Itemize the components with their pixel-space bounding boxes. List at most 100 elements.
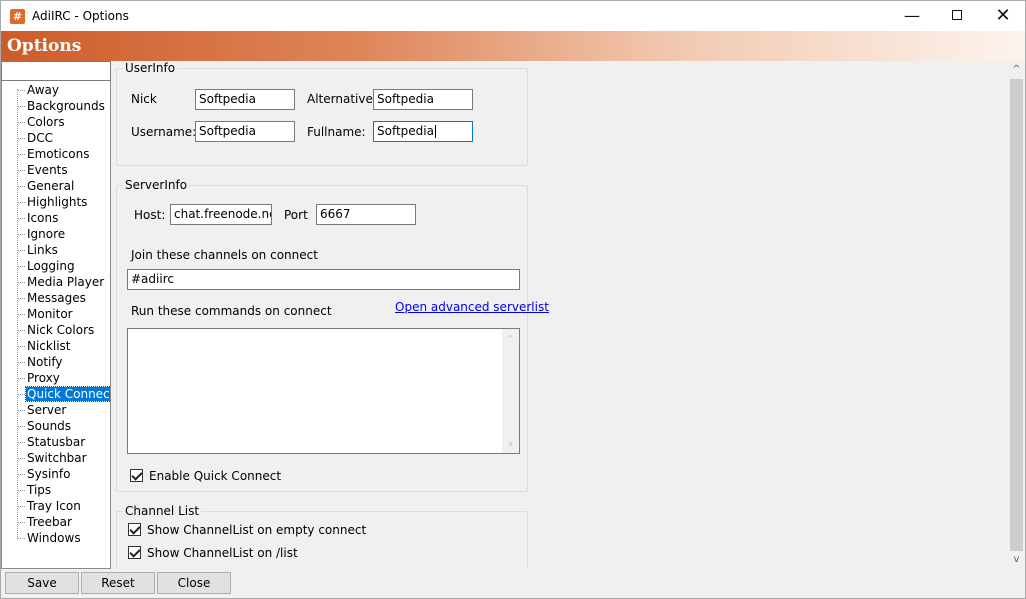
options-banner: Options: [0, 31, 1026, 61]
tree-item-label: Treebar: [27, 515, 72, 529]
fullname-input[interactable]: Softpedia: [373, 121, 473, 142]
commands-scrollbar[interactable]: ^ v: [502, 329, 519, 453]
tree-item-server[interactable]: Server: [17, 402, 110, 418]
tree-item-sysinfo[interactable]: Sysinfo: [17, 466, 110, 482]
tree-item-label: Proxy: [27, 371, 60, 385]
nick-label: Nick: [131, 92, 157, 106]
tree-item-tips[interactable]: Tips: [17, 482, 110, 498]
tree-item-sounds[interactable]: Sounds: [17, 418, 110, 434]
tree-item-ignore[interactable]: Ignore: [17, 226, 110, 242]
port-input[interactable]: 6667: [316, 204, 416, 225]
nick-input[interactable]: Softpedia: [195, 89, 295, 110]
tree-item-label: Ignore: [27, 227, 66, 241]
show-channellist-empty-checkbox[interactable]: [128, 523, 141, 536]
tree-item-tray-icon[interactable]: Tray Icon: [17, 498, 110, 514]
tree-item-media-player[interactable]: Media Player: [17, 274, 110, 290]
tree-item-label: Tips: [27, 483, 52, 497]
tree-item-notify[interactable]: Notify: [17, 354, 110, 370]
tree-item-label: Tray Icon: [27, 499, 81, 513]
scroll-up-icon[interactable]: ^: [506, 334, 515, 343]
alternative-input[interactable]: Softpedia: [373, 89, 473, 110]
tree-connector: [17, 490, 25, 491]
options-panel: UserInfo Nick Softpedia Alternative: Sof…: [112, 61, 1008, 569]
tree-item-label: Media Player: [27, 275, 105, 289]
tree-item-dcc[interactable]: DCC: [17, 130, 110, 146]
host-label: Host:: [134, 208, 166, 222]
tree-item-label: Nicklist: [27, 339, 71, 353]
scroll-down-icon[interactable]: v: [506, 439, 515, 448]
tree-connector: [17, 442, 25, 443]
join-channels-input[interactable]: #adiirc: [127, 269, 520, 290]
save-button[interactable]: Save: [5, 572, 79, 594]
tree-item-statusbar[interactable]: Statusbar: [17, 434, 110, 450]
tree-item-nick-colors[interactable]: Nick Colors: [17, 322, 110, 338]
tree-connector: [17, 250, 25, 251]
show-channellist-list-checkbox[interactable]: [128, 546, 141, 559]
host-input[interactable]: chat.freenode.net: [170, 204, 272, 225]
tree-connector: [17, 458, 25, 459]
tree-item-logging[interactable]: Logging: [17, 258, 110, 274]
commands-textarea[interactable]: ^ v: [127, 328, 520, 454]
tree-item-proxy[interactable]: Proxy: [17, 370, 110, 386]
tree-item-away[interactable]: Away: [17, 82, 110, 98]
tree-item-label: Colors: [27, 115, 65, 129]
tree-connector: [17, 90, 25, 91]
advanced-serverlist-link[interactable]: Open advanced serverlist: [395, 300, 549, 314]
maximize-icon: [952, 10, 962, 20]
tree-item-icons[interactable]: Icons: [17, 210, 110, 226]
maximize-button[interactable]: [934, 1, 980, 31]
close-button[interactable]: Close: [157, 572, 231, 594]
tree-connector: [17, 282, 25, 283]
tree-item-colors[interactable]: Colors: [17, 114, 110, 130]
username-input[interactable]: Softpedia: [195, 121, 295, 142]
tree-item-links[interactable]: Links: [17, 242, 110, 258]
tree-connector: [17, 426, 25, 427]
tree-connector: [17, 202, 25, 203]
tree-connector: [17, 538, 25, 539]
tree-connector: [17, 330, 25, 331]
window-title: AdiIRC - Options: [32, 9, 129, 23]
tree-connector: [17, 234, 25, 235]
scroll-up-icon[interactable]: ^: [1012, 65, 1021, 75]
title-bar: # AdiIRC - Options — ✕: [0, 0, 1026, 31]
alternative-label: Alternative:: [307, 92, 377, 106]
tree-connector: [17, 218, 25, 219]
channel-list-group: Channel List: [116, 504, 528, 569]
commands-label: Run these commands on connect: [131, 304, 332, 318]
reset-button[interactable]: Reset: [81, 572, 155, 594]
close-icon: ✕: [995, 5, 1011, 26]
tree-item-treebar[interactable]: Treebar: [17, 514, 110, 530]
tree-item-highlights[interactable]: Highlights: [17, 194, 110, 210]
show-channellist-empty-label: Show ChannelList on empty connect: [147, 523, 367, 537]
tree-item-switchbar[interactable]: Switchbar: [17, 450, 110, 466]
scroll-down-icon[interactable]: v: [1012, 555, 1021, 565]
tree-item-nicklist[interactable]: Nicklist: [17, 338, 110, 354]
tree-item-general[interactable]: General: [17, 178, 110, 194]
tree-item-label: Windows: [27, 531, 81, 545]
tree-item-label: Monitor: [27, 307, 73, 321]
tree-item-monitor[interactable]: Monitor: [17, 306, 110, 322]
userinfo-group: UserInfo: [116, 61, 528, 166]
tree-item-label: Sounds: [27, 419, 72, 433]
serverinfo-title: ServerInfo: [123, 178, 190, 192]
minimize-button[interactable]: —: [889, 1, 935, 31]
tree-connector: [17, 266, 25, 267]
tree-item-messages[interactable]: Messages: [17, 290, 110, 306]
tree-item-label: Backgrounds: [27, 99, 105, 113]
close-window-button[interactable]: ✕: [980, 1, 1026, 31]
tree-item-windows[interactable]: Windows: [17, 530, 110, 546]
tree-item-events[interactable]: Events: [17, 162, 110, 178]
tree-item-backgrounds[interactable]: Backgrounds: [17, 98, 110, 114]
tree-item-label: Highlights: [27, 195, 88, 209]
tree-item-label: Away: [27, 83, 59, 97]
tree-item-label: Emoticons: [27, 147, 90, 161]
tree-item-emoticons[interactable]: Emoticons: [17, 146, 110, 162]
panel-scrollbar[interactable]: ^ v: [1008, 61, 1025, 569]
options-tree[interactable]: Away Backgrounds Colors DCC Emoticons Events G…: [1, 81, 111, 569]
tree-item-quick-connect[interactable]: Quick Connect: [17, 386, 110, 402]
tree-item-label: DCC: [27, 131, 53, 145]
page-title: Options: [7, 36, 82, 56]
tree-search-input[interactable]: [1, 61, 111, 81]
scrollbar-thumb[interactable]: [1010, 79, 1023, 551]
enable-quick-connect-checkbox[interactable]: [130, 469, 143, 482]
